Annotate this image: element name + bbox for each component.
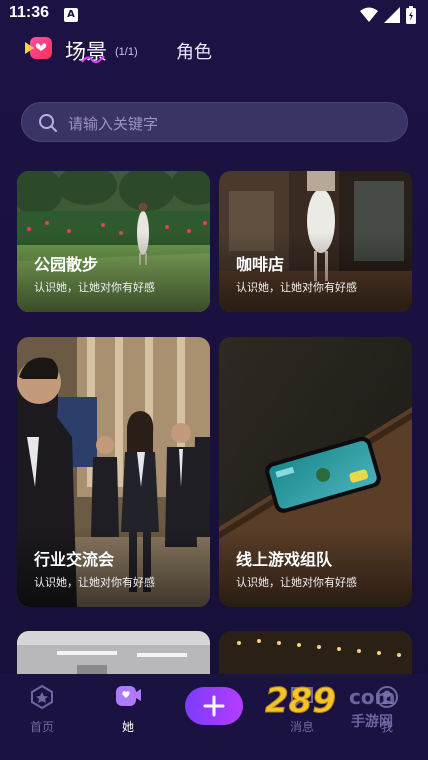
- watermark-text: 手游网: [351, 713, 393, 730]
- nav-her-label: 她: [121, 720, 134, 734]
- home-icon: [31, 684, 53, 710]
- signal-icon: [384, 7, 400, 23]
- create-button[interactable]: [185, 687, 243, 725]
- header: 场景 (1/1) 角色: [0, 30, 428, 70]
- watermark-logo: 289 com 手游网: [265, 681, 396, 731]
- search-icon: [39, 114, 57, 132]
- status-bar: 11:36 A: [0, 0, 428, 30]
- card-title: 行业交流会: [34, 550, 115, 569]
- search-input[interactable]: 请输入关键字: [68, 113, 158, 134]
- tab-roles[interactable]: 角色: [176, 38, 212, 64]
- card-title: 线上游戏组队: [236, 550, 333, 569]
- status-time: 11:36: [9, 4, 50, 21]
- notification-icon: A: [64, 8, 78, 22]
- battery-icon: [406, 6, 416, 24]
- scene-count: (1/1): [115, 46, 138, 58]
- her-icon: [116, 686, 141, 706]
- status-icons: [360, 6, 416, 24]
- card-subtitle: 认识她，让她对你有好感: [34, 576, 155, 589]
- bottom-nav: 首页 她 消息 我 289 com 手游网: [0, 674, 428, 760]
- watermark-number: 289: [265, 681, 336, 721]
- card-title: 公园散步: [34, 255, 99, 274]
- watermark: 289 com 手游网: [265, 680, 410, 738]
- wifi-icon: [360, 7, 378, 22]
- scene-card-cafe[interactable]: 咖啡店 认识她，让她对你有好感: [219, 171, 412, 312]
- app-logo-icon: [25, 37, 52, 59]
- nav-home-label: 首页: [29, 720, 54, 734]
- scene-card-gaming[interactable]: 线上游戏组队 认识她，让她对你有好感: [219, 337, 412, 607]
- search-bar[interactable]: 请输入关键字: [21, 102, 408, 142]
- card-title: 咖啡店: [236, 255, 285, 274]
- card-subtitle: 认识她，让她对你有好感: [236, 281, 357, 294]
- active-tab-indicator: [81, 55, 105, 64]
- nav-home[interactable]: 首页: [12, 684, 72, 735]
- scene-card-park[interactable]: 公园散步 认识她，让她对你有好感: [17, 171, 210, 312]
- card-subtitle: 认识她，让她对你有好感: [236, 576, 357, 589]
- card-subtitle: 认识她，让她对你有好感: [34, 281, 155, 294]
- watermark-suffix: com: [349, 685, 395, 709]
- nav-her[interactable]: 她: [98, 684, 158, 735]
- scene-card-conference[interactable]: 行业交流会 认识她，让她对你有好感: [17, 337, 210, 607]
- plus-icon: [203, 695, 225, 717]
